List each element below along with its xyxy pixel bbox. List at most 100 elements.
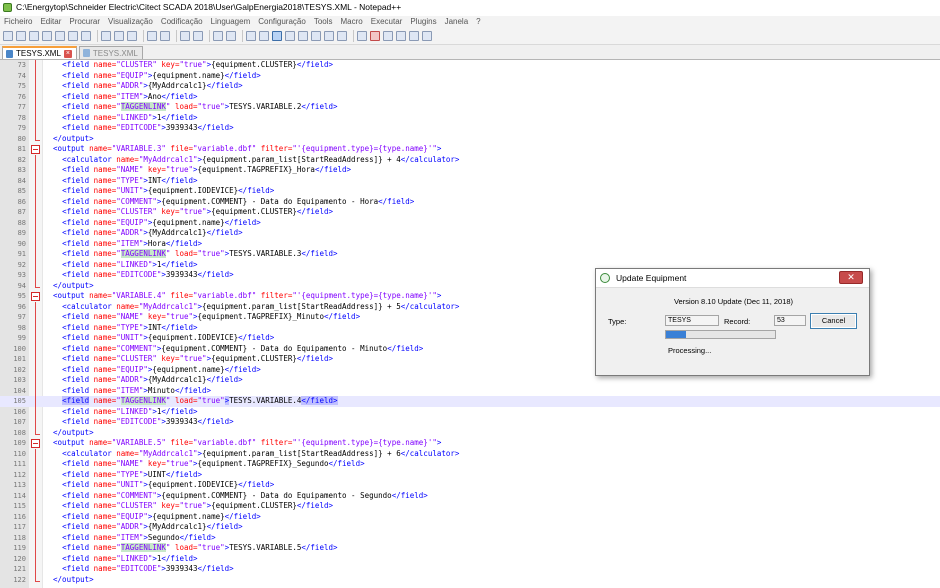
close-icon[interactable] <box>55 31 65 41</box>
code-token: key= <box>156 60 180 69</box>
save-icon[interactable] <box>29 31 39 41</box>
menu-item[interactable]: ? <box>476 16 480 28</box>
code-text: <field name="EQUIP">{equipment.name}</fi… <box>44 512 261 523</box>
menu-item[interactable]: Ficheiro <box>4 16 32 28</box>
undo-icon[interactable] <box>147 31 157 41</box>
code-line[interactable]: 121 <field name="EDITCODE">3939343</fiel… <box>0 564 940 575</box>
fold-toggle-icon[interactable] <box>31 439 40 448</box>
zoom-out-icon[interactable] <box>226 31 236 41</box>
code-line[interactable]: 79 <field name="EDITCODE">3939343</field… <box>0 123 940 134</box>
code-line[interactable]: 75 <field name="ADDR">{MyAddrcalc1}</fie… <box>0 81 940 92</box>
code-line[interactable]: 83 <field name="NAME" key="true">{equipm… <box>0 165 940 176</box>
menu-item[interactable]: Configuração <box>258 16 306 28</box>
code-line[interactable]: 117 <field name="ADDR">{MyAddrcalc1}</fi… <box>0 522 940 533</box>
code-line[interactable]: 112 <field name="TYPE">UINT</field> <box>0 469 940 481</box>
menu-item[interactable]: Procurar <box>69 16 100 28</box>
tab-tesys-xml-active[interactable]: TESYS.XML × <box>2 46 77 59</box>
save-all-icon[interactable] <box>42 31 52 41</box>
code-line[interactable]: 77 <field name="TAGGENLINK" load="true">… <box>0 102 940 113</box>
code-line[interactable]: 114 <field name="COMMENT">{equipment.COM… <box>0 490 940 502</box>
cut-icon[interactable] <box>101 31 111 41</box>
find-icon[interactable] <box>180 31 190 41</box>
menu-item[interactable]: Tools <box>314 16 333 28</box>
new-file-icon[interactable] <box>3 31 13 41</box>
code-token: TESYS.VARIABLE.4 <box>229 396 302 405</box>
code-line[interactable]: 120 <field name="LINKED">1</field> <box>0 553 940 565</box>
code-line[interactable]: 80 </output> <box>0 133 940 145</box>
run-macro-multiple-icon[interactable] <box>409 31 419 41</box>
menu-item[interactable]: Linguagem <box>211 16 251 28</box>
cancel-button[interactable]: Cancel <box>810 313 857 329</box>
fold-toggle-icon[interactable] <box>31 145 40 154</box>
zoom-in-icon[interactable] <box>213 31 223 41</box>
code-line[interactable]: 118 <field name="ITEM">Segundo</field> <box>0 532 940 544</box>
code-line[interactable]: 85 <field name="UNIT">{equipment.IODEVIC… <box>0 186 940 197</box>
indent-guide-icon[interactable] <box>285 31 295 41</box>
code-line[interactable]: 108 </output> <box>0 427 940 439</box>
menu-item[interactable]: Macro <box>341 16 363 28</box>
redo-icon[interactable] <box>160 31 170 41</box>
sync-scroll-icon[interactable] <box>246 31 256 41</box>
code-line[interactable]: 107 <field name="EDITCODE">3939343</fiel… <box>0 417 940 428</box>
code-line[interactable]: 81 <output name="VARIABLE.3" file="varia… <box>0 144 940 155</box>
tab-tesys-xml-inactive[interactable]: TESYS.XML <box>78 46 143 59</box>
code-line[interactable]: 86 <field name="COMMENT">{equipment.COMM… <box>0 196 940 208</box>
menu-item[interactable]: Executar <box>371 16 403 28</box>
code-line[interactable]: 87 <field name="CLUSTER" key="true">{equ… <box>0 207 940 218</box>
code-line[interactable]: 104 <field name="ITEM">Minuto</field> <box>0 385 940 397</box>
current-code-line[interactable]: 105 <field name="TAGGENLINK" load="true"… <box>0 396 940 407</box>
function-list-icon[interactable] <box>324 31 334 41</box>
close-all-icon[interactable] <box>68 31 78 41</box>
stop-macro-icon[interactable] <box>383 31 393 41</box>
line-number: 75 <box>17 82 26 90</box>
code-line[interactable]: 115 <field name="CLUSTER" key="true">{eq… <box>0 501 940 512</box>
code-line[interactable]: 82 <calculator name="MyAddrcalc1">{equip… <box>0 154 940 166</box>
code-line[interactable]: 91 <field name="TAGGENLINK" load="true">… <box>0 249 940 260</box>
code-line[interactable]: 89 <field name="ADDR">{MyAddrcalc1}</fie… <box>0 228 940 239</box>
doc-map-icon[interactable] <box>311 31 321 41</box>
folder-workspace-icon[interactable] <box>337 31 347 41</box>
fold-toggle-icon[interactable] <box>31 292 40 301</box>
replace-icon[interactable] <box>193 31 203 41</box>
menu-item[interactable]: Codificação <box>161 16 203 28</box>
menu-item[interactable]: Janela <box>445 16 469 28</box>
code-line[interactable]: 90 <field name="ITEM">Hora</field> <box>0 238 940 250</box>
code-line[interactable]: 103 <field name="ADDR">{MyAddrcalc1}</fi… <box>0 375 940 386</box>
fold-line-marker <box>31 333 40 344</box>
code-line[interactable]: 109 <output name="VARIABLE.5" file="vari… <box>0 438 940 449</box>
word-wrap-icon[interactable] <box>259 31 269 41</box>
code-line[interactable]: 88 <field name="EQUIP">{equipment.name}<… <box>0 217 940 229</box>
code-line[interactable]: 119 <field name="TAGGENLINK" load="true"… <box>0 543 940 554</box>
menu-item[interactable]: Plugins <box>410 16 436 28</box>
code-line[interactable]: 84 <field name="TYPE">INT</field> <box>0 175 940 187</box>
code-line[interactable]: 74 <field name="EQUIP">{equipment.name}<… <box>0 70 940 82</box>
code-token: <field <box>62 228 94 237</box>
code-line[interactable]: 76 <field name="ITEM">Ano</field> <box>0 91 940 103</box>
code-token: {equipment.IODEVICE} <box>147 186 239 195</box>
show-all-chars-icon[interactable] <box>272 31 282 41</box>
menu-item[interactable]: Visualização <box>108 16 153 28</box>
save-macro-icon[interactable] <box>422 31 432 41</box>
code-line[interactable]: 113 <field name="UNIT">{equipment.IODEVI… <box>0 480 940 491</box>
close-icon[interactable]: ✕ <box>839 271 863 284</box>
play-macro-icon[interactable] <box>396 31 406 41</box>
language-icon[interactable] <box>298 31 308 41</box>
monitoring-icon[interactable] <box>357 31 367 41</box>
paste-icon[interactable] <box>127 31 137 41</box>
code-token: <field <box>62 396 90 405</box>
menu-item[interactable]: Editar <box>40 16 61 28</box>
code-token: "UNIT" <box>116 480 144 489</box>
open-file-icon[interactable] <box>16 31 26 41</box>
close-tab-icon[interactable]: × <box>63 49 72 58</box>
print-icon[interactable] <box>81 31 91 41</box>
code-line[interactable]: 111 <field name="NAME" key="true">{equip… <box>0 459 940 470</box>
code-line[interactable]: 78 <field name="LINKED">1</field> <box>0 112 940 124</box>
copy-icon[interactable] <box>114 31 124 41</box>
code-line[interactable]: 110 <calculator name="MyAddrcalc1">{equi… <box>0 448 940 460</box>
code-line[interactable]: 106 <field name="LINKED">1</field> <box>0 406 940 418</box>
line-number: 98 <box>17 323 26 332</box>
code-line[interactable]: 73 <field name="CLUSTER" key="true">{equ… <box>0 60 940 71</box>
code-line[interactable]: 116 <field name="EQUIP">{equipment.name}… <box>0 511 940 523</box>
code-line[interactable]: 122 </output> <box>0 574 940 586</box>
record-macro-icon[interactable] <box>370 31 380 41</box>
